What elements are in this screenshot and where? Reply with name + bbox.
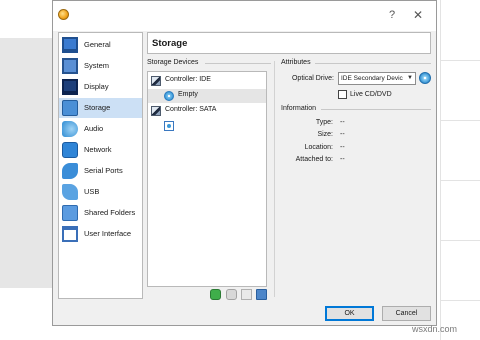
optical-drive-select[interactable]: IDE Secondary Devic ▼ (338, 72, 416, 85)
general-icon (62, 37, 78, 53)
nav-item-serial-ports[interactable]: Serial Ports (59, 161, 142, 181)
nav-item-label: User Interface (84, 229, 132, 238)
watermark: wsxdn.com (412, 324, 458, 334)
panel-separator (274, 61, 275, 297)
controller-icon (151, 76, 161, 86)
controller-properties-icon[interactable] (256, 289, 267, 300)
system-icon (62, 58, 78, 74)
nav-item-usb[interactable]: USB (59, 182, 142, 202)
cancel-button[interactable]: Cancel (382, 306, 431, 321)
nav-item-network[interactable]: Network (59, 140, 142, 160)
nav-item-label: Storage (84, 103, 111, 112)
title-bar: ? ✕ (53, 1, 436, 31)
settings-dialog: ? ✕ General System Display Storage Audio… (52, 0, 437, 326)
info-size-value: -- (340, 131, 345, 138)
page-header: Storage (147, 32, 431, 54)
audio-icon (62, 121, 78, 137)
nav-item-label: USB (84, 187, 100, 196)
tree-item-add-attachment[interactable] (148, 119, 266, 133)
optical-drive-label: Optical Drive: (291, 75, 334, 82)
nav-item-audio[interactable]: Audio (59, 119, 142, 139)
section-divider (205, 63, 271, 64)
serial-ports-icon (62, 163, 78, 179)
tree-item-controller-sata[interactable]: Controller: SATA (148, 104, 266, 118)
nav-item-label: System (84, 61, 110, 70)
add-attachment-button-icon[interactable] (226, 289, 237, 300)
optical-disc-icon (164, 91, 174, 101)
nav-item-label: Shared Folders (84, 208, 136, 217)
network-icon (62, 142, 78, 158)
choose-disk-icon[interactable] (419, 72, 431, 84)
nav-item-label: Audio (84, 124, 104, 133)
remove-attachment-icon[interactable] (241, 289, 252, 300)
info-location-value: -- (340, 144, 345, 151)
display-icon (62, 79, 78, 95)
tree-item-label: Controller: SATA (165, 106, 217, 113)
info-attached-value: -- (340, 156, 345, 163)
shared-folders-icon (62, 205, 78, 221)
add-attachment-icon (164, 121, 174, 131)
add-controller-icon[interactable] (210, 289, 221, 300)
tree-item-label: Empty (178, 91, 198, 98)
tree-item-controller-ide[interactable]: Controller: IDE (148, 74, 266, 88)
live-cd-label[interactable]: Live CD/DVD (350, 91, 392, 98)
info-type-key: Type: (315, 119, 333, 126)
page-title: Storage (152, 38, 188, 49)
storage-devices-label: Storage Devices (147, 59, 199, 66)
nav-item-system[interactable]: System (59, 56, 142, 76)
info-attached-key: Attached to: (295, 156, 333, 163)
section-divider (315, 63, 431, 64)
nav-item-label: General (84, 40, 111, 49)
nav-item-storage[interactable]: Storage (59, 98, 142, 118)
attributes-label: Attributes (281, 59, 311, 66)
storage-icon (62, 100, 78, 116)
section-divider (321, 109, 431, 110)
nav-item-label: Display (84, 82, 109, 91)
chevron-down-icon: ▼ (407, 75, 413, 81)
nav-item-general[interactable]: General (59, 35, 142, 55)
storage-tree[interactable]: Controller: IDE Empty Controller: SATA (147, 71, 267, 287)
ok-button[interactable]: OK (325, 306, 374, 321)
tree-item-label: Controller: IDE (165, 76, 211, 83)
nav-item-display[interactable]: Display (59, 77, 142, 97)
usb-icon (62, 184, 78, 200)
info-type-value: -- (340, 119, 345, 126)
info-location-key: Location: (304, 144, 333, 151)
tree-item-empty[interactable]: Empty (148, 89, 266, 103)
user-interface-icon (62, 226, 78, 242)
nav-item-user-interface[interactable]: User Interface (59, 224, 142, 244)
background-panel (0, 38, 52, 288)
settings-nav: General System Display Storage Audio Net… (58, 32, 143, 299)
information-label: Information (281, 105, 317, 112)
controller-icon (151, 106, 161, 116)
optical-drive-value: IDE Secondary Devic (341, 75, 403, 82)
virtualbox-icon (58, 9, 69, 20)
nav-item-label: Serial Ports (84, 166, 123, 175)
close-button[interactable]: ✕ (409, 7, 427, 23)
info-size-key: Size: (317, 131, 333, 138)
nav-item-label: Network (84, 145, 112, 154)
help-button[interactable]: ? (383, 7, 401, 23)
nav-item-shared-folders[interactable]: Shared Folders (59, 203, 142, 223)
live-cd-checkbox[interactable] (338, 90, 347, 99)
